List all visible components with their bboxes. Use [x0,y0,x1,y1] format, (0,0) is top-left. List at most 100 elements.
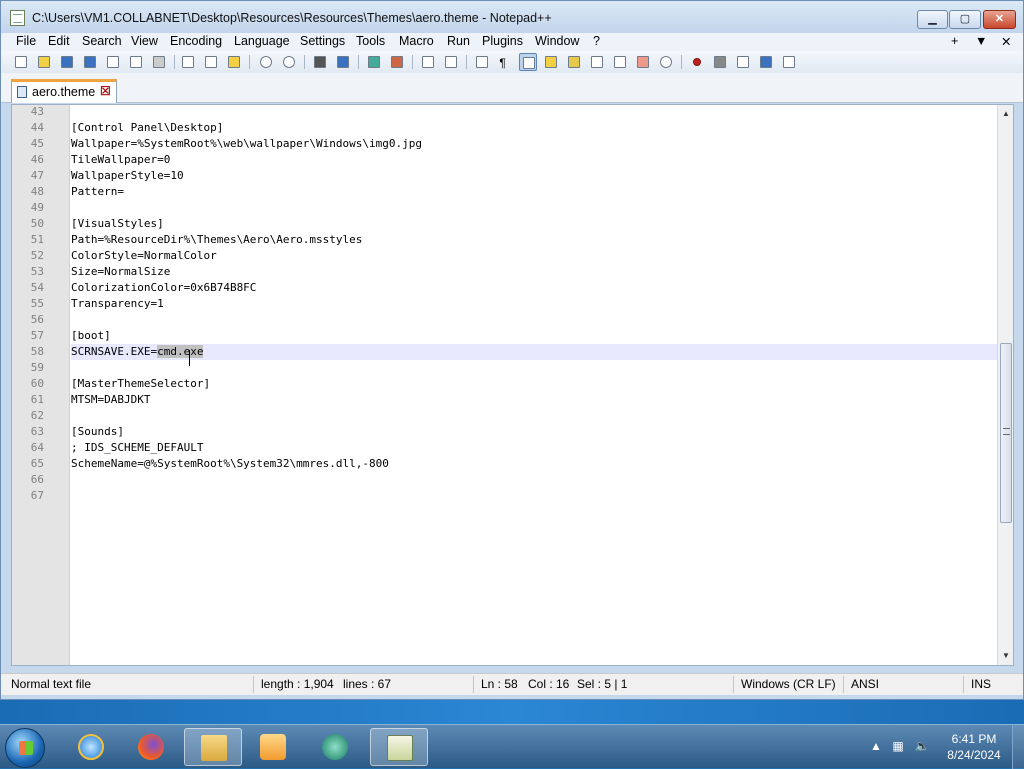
replace-icon[interactable] [334,53,352,71]
line-number[interactable]: 53 [12,265,44,278]
close-all-icon[interactable] [127,53,145,71]
scroll-down-arrow-icon[interactable]: ▼ [1001,651,1011,661]
scroll-up-arrow-icon[interactable]: ▲ [1001,109,1011,119]
doc-map-icon[interactable] [565,53,583,71]
line-number[interactable]: 57 [12,329,44,342]
cut-icon[interactable] [179,53,197,71]
menu-run[interactable]: Run [447,34,470,48]
taskbar-media-player[interactable] [244,728,302,766]
line-number[interactable]: 46 [12,153,44,166]
code-line[interactable]: Wallpaper=%SystemRoot%\web\wallpaper\Win… [71,137,422,150]
menu-macro[interactable]: Macro [399,34,434,48]
new-file-icon[interactable] [12,53,30,71]
word-wrap-icon[interactable] [473,53,491,71]
vertical-scrollbar[interactable]: ▲ ▼ [997,105,1013,665]
menu-encoding[interactable]: Encoding [170,34,222,48]
line-number[interactable]: 44 [12,121,44,134]
line-number[interactable]: 43 [12,105,44,118]
indent-guide-icon[interactable] [519,53,537,71]
volume-muted-icon[interactable]: 🔈 [914,739,930,755]
print-icon[interactable] [150,53,168,71]
save-all-icon[interactable] [81,53,99,71]
line-number[interactable]: 47 [12,169,44,182]
code-line[interactable]: [VisualStyles] [71,217,164,230]
line-number[interactable]: 60 [12,377,44,390]
tab-close-icon[interactable]: ☒ [100,84,111,98]
line-number[interactable]: 56 [12,313,44,326]
code-line[interactable]: [MasterThemeSelector] [71,377,210,390]
code-line[interactable]: SchemeName=@%SystemRoot%\System32\mmres.… [71,457,389,470]
menu-search[interactable]: Search [82,34,122,48]
macro-stop-icon[interactable] [711,53,729,71]
taskbar-notepad-plus-plus[interactable] [370,728,428,766]
macro-save-icon[interactable] [780,53,798,71]
doc-list-icon[interactable] [634,53,652,71]
tab-aero-theme[interactable]: aero.theme ☒ [11,79,117,103]
line-number[interactable]: 45 [12,137,44,150]
status-insert-mode[interactable]: INS [971,677,991,691]
code-line[interactable]: [Sounds] [71,425,124,438]
taskbar-file-explorer[interactable] [184,728,242,766]
taskbar-firefox[interactable] [122,728,180,766]
find-icon[interactable] [311,53,329,71]
menu-file[interactable]: File [16,34,36,48]
line-number[interactable]: 62 [12,409,44,422]
code-line[interactable]: Path=%ResourceDir%\Themes\Aero\Aero.msst… [71,233,362,246]
line-number[interactable]: 59 [12,361,44,374]
code-line[interactable]: TileWallpaper=0 [71,153,170,166]
menu-tools[interactable]: Tools [356,34,385,48]
show-all-chars-icon[interactable]: ¶ [496,53,514,71]
redo-icon[interactable] [280,53,298,71]
line-number[interactable]: 65 [12,457,44,470]
title-bar[interactable]: C:\Users\VM1.COLLABNET\Desktop\Resources… [1,1,1023,33]
start-button[interactable] [5,728,45,768]
scrollbar-thumb[interactable] [1000,343,1012,523]
menu-language[interactable]: Language [234,34,290,48]
paste-icon[interactable] [225,53,243,71]
show-desktop-button[interactable] [1012,725,1024,769]
sync-horizontal-icon[interactable] [442,53,460,71]
line-number[interactable]: 63 [12,425,44,438]
code-line[interactable]: ColorStyle=NormalColor [71,249,217,262]
editor-pane[interactable]: 43 44 45 46 47 48 49 50 51 52 53 54 55 56 57 58 59 60 61 62… [11,104,1014,666]
menu-edit[interactable]: Edit [48,34,70,48]
macro-record-icon[interactable] [688,53,706,71]
code-line[interactable]: WallpaperStyle=10 [71,169,184,182]
user-language-icon[interactable] [542,53,560,71]
notepad-app-icon[interactable] [10,10,25,26]
line-number-gutter[interactable]: 43 44 45 46 47 48 49 50 51 52 53 54 55 56 57 58 59 60 61 62… [12,105,70,665]
sync-vertical-icon[interactable] [419,53,437,71]
line-number[interactable]: 54 [12,281,44,294]
function-list-icon[interactable] [588,53,606,71]
undo-icon[interactable] [257,53,275,71]
selected-text[interactable]: cmd.exe [157,345,204,358]
code-line[interactable]: ColorizationColor=0x6B74B8FC [71,281,256,294]
taskbar-chat-app[interactable] [306,728,364,766]
code-line[interactable]: SCRNSAVE.EXE=cmd.exe [71,345,204,358]
line-number[interactable]: 58 [12,345,44,358]
taskbar-internet-explorer[interactable] [62,728,120,766]
minimize-button[interactable]: ▁ [917,10,948,29]
new-tab-plus-icon[interactable]: + [951,34,958,48]
close-button[interactable]: ✕ [983,10,1016,29]
menu-plugins[interactable]: Plugins [482,34,523,48]
line-number[interactable]: 55 [12,297,44,310]
line-number[interactable]: 52 [12,249,44,262]
code-line[interactable]: ; IDS_SCHEME_DEFAULT [71,441,203,454]
code-line[interactable]: Size=NormalSize [71,265,170,278]
show-hidden-icons-arrow-icon[interactable]: ▲ [868,739,884,755]
code-line[interactable]: [Control Panel\Desktop] [71,121,223,134]
line-number[interactable]: 66 [12,473,44,486]
code-line[interactable]: Pattern= [71,185,124,198]
open-file-icon[interactable] [35,53,53,71]
close-file-icon[interactable] [104,53,122,71]
menu-view[interactable]: View [131,34,158,48]
code-line[interactable]: MTSM=DABJDKT [71,393,150,406]
line-number[interactable]: 48 [12,185,44,198]
monitoring-eye-icon[interactable] [657,53,675,71]
close-document-icon[interactable]: ✕ [1001,34,1011,49]
code-line[interactable]: [boot] [71,329,111,342]
menu-help[interactable]: ? [593,34,600,48]
macro-play-icon[interactable] [734,53,752,71]
line-number[interactable]: 50 [12,217,44,230]
